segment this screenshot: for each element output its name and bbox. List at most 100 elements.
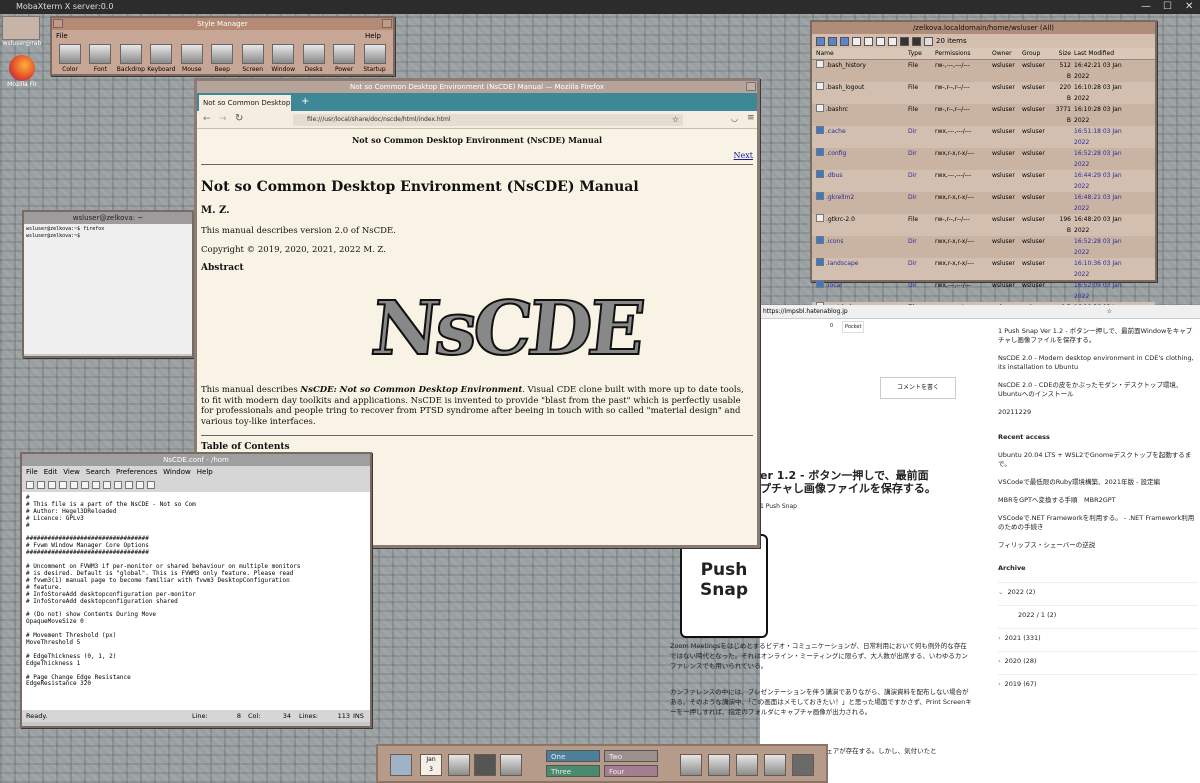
up-icon[interactable] (816, 36, 825, 46)
file-row[interactable]: .dbus Dir rwx,---,---/--- wsluser wsluser 16… (812, 170, 1155, 192)
file-row[interactable]: .bashrc File rw-,r--,r--/--- wsluser wsluser… (812, 104, 1155, 126)
print-icon[interactable] (70, 481, 78, 489)
column-header[interactable]: Name (816, 48, 908, 59)
column-header[interactable]: Type (908, 48, 935, 59)
undo-icon[interactable] (114, 481, 122, 489)
window-minimize-button[interactable] (746, 82, 756, 91)
view-icon[interactable] (876, 36, 885, 46)
minimize-button[interactable]: — (1141, 0, 1151, 14)
style-item-mouse[interactable]: Mouse (177, 44, 207, 73)
menu-file[interactable]: File (26, 468, 38, 476)
archive-item[interactable]: › 2020 (28) (998, 651, 1198, 666)
style-item-startup[interactable]: Startup (360, 44, 390, 73)
forward-icon[interactable]: → (219, 114, 227, 124)
new-tab-button[interactable]: + (301, 96, 309, 107)
mail-icon[interactable] (500, 754, 522, 776)
style-item-keyboard[interactable]: Keyboard (146, 44, 176, 73)
sidebar-entry-link[interactable]: 20211229 (998, 408, 1198, 417)
post-tag[interactable]: 1 Push Snap (760, 502, 797, 512)
close-button[interactable]: ✕ (1185, 0, 1193, 14)
tab-nscde-manual[interactable]: Not so Common Desktop En ✕ (199, 95, 291, 123)
archive-item[interactable]: › 2019 (67) (998, 674, 1198, 689)
file-row[interactable]: .bash_history File rw-,---,---/--- wsluser w… (812, 60, 1155, 82)
menu-view[interactable]: View (63, 468, 80, 476)
window-minimize-button[interactable] (382, 19, 392, 28)
menu-window[interactable]: Window (163, 468, 191, 476)
blog-urlbar[interactable]: https://impsbl.hatenablog.jp ☆ (760, 305, 1200, 319)
clock-icon[interactable] (390, 754, 412, 776)
editor-titlebar[interactable]: NsCDE.conf - /hom (22, 454, 370, 466)
column-header[interactable]: Size (1054, 48, 1074, 59)
calendar-icon[interactable]: Jan 3 (420, 754, 442, 776)
copy-icon[interactable] (864, 36, 873, 46)
save-icon[interactable] (48, 481, 56, 489)
terminal-app-icon[interactable] (474, 754, 496, 776)
paste-icon[interactable] (103, 481, 111, 489)
file-row[interactable]: .landscape Dir rwx,r-x,r-x/--- wsluser wslus… (812, 258, 1155, 280)
redo-icon[interactable] (125, 481, 133, 489)
style-manager-titlebar[interactable]: Style Manager (52, 18, 393, 30)
workspace-four[interactable]: Four (604, 765, 658, 777)
maximize-button[interactable]: ☐ (1163, 0, 1172, 14)
file-row[interactable]: .bash_logout File rw-,r--,r--/--- wsluser ws… (812, 82, 1155, 104)
style-item-window[interactable]: Window (268, 44, 298, 73)
menu-preferences[interactable]: Preferences (116, 468, 157, 476)
column-header[interactable]: Permissions (935, 48, 992, 59)
editor-app-icon[interactable] (736, 754, 758, 776)
style-item-backdrop[interactable]: Backdrop (116, 44, 146, 73)
column-header[interactable]: Last Modified (1074, 48, 1136, 59)
workspace-one[interactable]: One (546, 750, 600, 762)
reload-icon[interactable]: ↻ (235, 113, 243, 124)
next-link[interactable]: Next (734, 151, 753, 160)
file-row[interactable]: .gkrellm2 Dir rwx,r-x,r-x/--- wsluser wsluse… (812, 192, 1155, 214)
home-icon[interactable] (840, 36, 849, 46)
archive-item[interactable]: ⌄ 2022 (2) (998, 582, 1198, 597)
star-icon[interactable]: ☆ (1107, 305, 1112, 319)
terminal-titlebar[interactable]: wsluser@zelkova: ~ (24, 212, 192, 224)
refresh-icon[interactable] (912, 36, 921, 46)
file-row[interactable]: .config Dir rwx,r-x,r-x/--- wsluser wsluser … (812, 148, 1155, 170)
column-header[interactable]: Owner (992, 48, 1022, 59)
new-file-icon[interactable] (26, 481, 34, 489)
desktop-icon-terminal[interactable]: wsluser@rab (2, 16, 42, 47)
copy-icon[interactable] (92, 481, 100, 489)
menu-edit[interactable]: Edit (44, 468, 58, 476)
url-bar[interactable]: file:///usr/local/share/doc/nscde/html/i… (293, 114, 683, 126)
workspace-two[interactable]: Two (604, 750, 658, 762)
file-row[interactable]: .cache Dir rwx,---,---/--- wsluser wsluser 1… (812, 126, 1155, 148)
replace-icon[interactable] (147, 481, 155, 489)
bookmark-star-icon[interactable]: ☆ (672, 114, 679, 126)
pocket-button[interactable]: Pocket (842, 321, 865, 333)
style-item-power[interactable]: Power (329, 44, 359, 73)
firefox-titlebar[interactable]: Not so Common Desktop Environment (NsCDE… (197, 81, 757, 93)
style-item-font[interactable]: Font (85, 44, 115, 73)
menu-icon[interactable]: ≡ (747, 113, 755, 123)
file-row[interactable]: .icons Dir rwx,r-x,r-x/--- wsluser wsluser 1… (812, 236, 1155, 258)
details-icon[interactable] (888, 36, 897, 46)
open-icon[interactable] (37, 481, 45, 489)
tools-icon[interactable] (708, 754, 730, 776)
column-header[interactable]: Group (1022, 48, 1054, 59)
sidebar-entry-link[interactable]: NsCDE 2.0 - Modern desktop environment i… (998, 354, 1198, 372)
desktop-icon-firefox[interactable]: Mozilla Fir (2, 55, 42, 88)
find-icon[interactable] (136, 481, 144, 489)
style-item-color[interactable]: Color (55, 44, 85, 73)
workspace-three[interactable]: Three (546, 765, 600, 777)
recent-access-link[interactable]: VSCodeで最低限のRuby環境構築、2021年版 - 設定編 (998, 478, 1198, 487)
window-menu-button[interactable] (53, 19, 63, 28)
new-icon[interactable] (852, 36, 861, 46)
terminal-body[interactable]: wsluser@zelkova:~$ firefox wsluser@zelko… (24, 224, 192, 354)
file-row[interactable]: .local Dir rwx,---,---/--- wsluser wsluser 1… (812, 280, 1155, 302)
applications-icon[interactable] (764, 754, 786, 776)
archive-item[interactable]: 2022 / 1 (2) (998, 605, 1198, 620)
printer-icon[interactable] (680, 754, 702, 776)
close-file-icon[interactable] (59, 481, 67, 489)
cut-icon[interactable] (81, 481, 89, 489)
list-icon[interactable] (924, 36, 933, 46)
pocket-icon[interactable]: ◡ (731, 114, 738, 123)
menu-help[interactable]: Help (365, 30, 381, 42)
editor-text[interactable]: # # This file is a part of the NsCDE - N… (22, 492, 370, 710)
recent-access-link[interactable]: VSCodeで.NET Frameworkを利用する。 - .NET Frame… (998, 514, 1198, 532)
back-icon[interactable] (828, 36, 837, 46)
menu-search[interactable]: Search (86, 468, 110, 476)
